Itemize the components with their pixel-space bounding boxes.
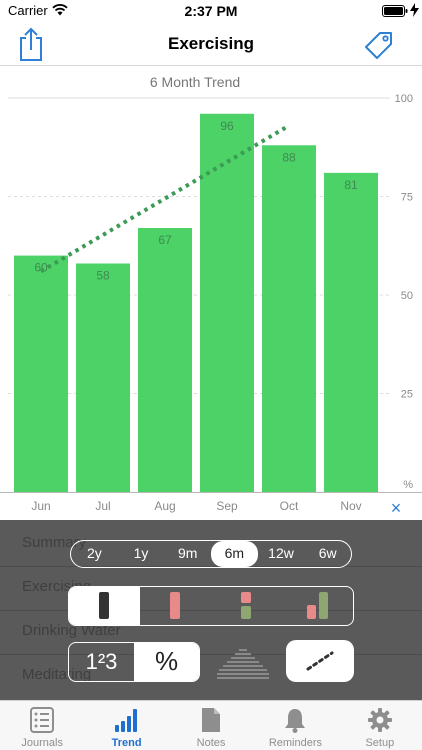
x-tick-label: Nov (340, 499, 362, 513)
y-tick-label: 50 (401, 290, 413, 302)
tab-notes[interactable]: Notes (169, 701, 253, 750)
bar-jul[interactable] (76, 263, 130, 492)
period-option-9m[interactable]: 9m (164, 541, 211, 567)
tab-label: Notes (196, 737, 226, 749)
bar-sep[interactable] (200, 113, 254, 492)
x-axis: Jun Jul Aug Sep Oct Nov × (0, 492, 422, 520)
bar-value-label: 88 (282, 150, 296, 164)
tab-label: Journals (21, 737, 63, 749)
percent-format-button[interactable]: % (134, 643, 199, 681)
document-icon (202, 708, 221, 732)
y-tick-label: % (403, 479, 413, 491)
period-option-12w[interactable]: 12w (258, 541, 305, 567)
bar-value-label: 58 (96, 268, 110, 282)
period-option-2y[interactable]: 2y (71, 541, 118, 567)
bar-style-red-button[interactable] (140, 587, 211, 625)
tab-label: Setup (365, 737, 395, 749)
period-option-1y[interactable]: 1y (118, 541, 165, 567)
bar-jun[interactable] (14, 255, 68, 492)
y-tick-label: 100 (395, 93, 413, 105)
bar-aug[interactable] (138, 228, 192, 492)
tab-setup[interactable]: Setup (338, 701, 422, 750)
status-bar: Carrier 2:37 PM (0, 0, 422, 22)
bar-value-label: 81 (344, 178, 358, 192)
x-tick-label: Jun (31, 499, 51, 513)
trend-line-icon (306, 651, 334, 671)
list-icon (30, 707, 55, 733)
period-selector: 2y 1y 9m 6m 12w 6w (70, 540, 352, 568)
y-tick-label: 75 (401, 192, 413, 204)
trend-line-toggle[interactable] (286, 640, 354, 682)
single-bar-icon (99, 592, 109, 619)
period-option-6w[interactable]: 6w (304, 541, 351, 567)
chart-title: 6 Month Trend (149, 74, 241, 90)
tab-trend[interactable]: Trend (84, 701, 168, 750)
x-tick-label: Sep (216, 499, 238, 513)
split-bar-icon (241, 592, 251, 619)
status-time: 2:37 PM (184, 3, 238, 19)
tab-bar: Journals Trend Notes Reminders Setup (0, 700, 422, 750)
number-format-button[interactable]: 1²3 (69, 643, 134, 681)
bar-value-label: 60 (34, 261, 48, 275)
tab-label: Reminders (268, 737, 323, 749)
charging-icon (410, 3, 419, 17)
x-tick-label: Jul (95, 499, 111, 513)
nav-bar: Exercising (0, 22, 422, 66)
tag-button[interactable] (362, 28, 396, 62)
chart-canvas: 100 75 50 25% 60 58 67 96 88 81 (8, 93, 413, 492)
bar-value-label: 67 (158, 233, 172, 247)
y-tick-label: 25 (401, 389, 413, 401)
bar-style-split-button[interactable] (211, 587, 282, 625)
trend-chart: 100 75 50 25% 60 58 67 96 88 81 6 Month Trend (0, 66, 422, 492)
stacked-layers-icon[interactable] (215, 644, 271, 682)
tab-label: Trend (111, 737, 142, 749)
bar-oct[interactable] (262, 145, 316, 492)
value-format-selector: 1²3% (68, 642, 200, 682)
bar-style-grouped-button[interactable] (282, 587, 353, 625)
bar-nov[interactable] (324, 172, 378, 492)
red-bar-icon (170, 592, 180, 619)
grouped-bar-icon (307, 592, 328, 619)
tab-reminders[interactable]: Reminders (253, 701, 337, 750)
bar-value-label: 96 (220, 119, 234, 133)
battery-icon (382, 5, 408, 17)
tag-icon (365, 32, 392, 59)
page-title: Exercising (168, 34, 254, 53)
bar-style-single-button[interactable] (69, 587, 140, 625)
bar-style-selector (68, 586, 354, 626)
bell-icon (285, 709, 306, 733)
x-tick-label: Aug (154, 499, 176, 513)
period-option-6m[interactable]: 6m (211, 541, 258, 567)
bar-chart-icon (114, 709, 137, 732)
x-tick-label: Oct (279, 499, 299, 513)
chart-options-panel: Summary Exercising Drinking Water Medita… (0, 520, 422, 700)
gear-icon (367, 708, 392, 732)
close-chart-button[interactable]: × (385, 497, 407, 519)
tab-journals[interactable]: Journals (0, 701, 84, 750)
